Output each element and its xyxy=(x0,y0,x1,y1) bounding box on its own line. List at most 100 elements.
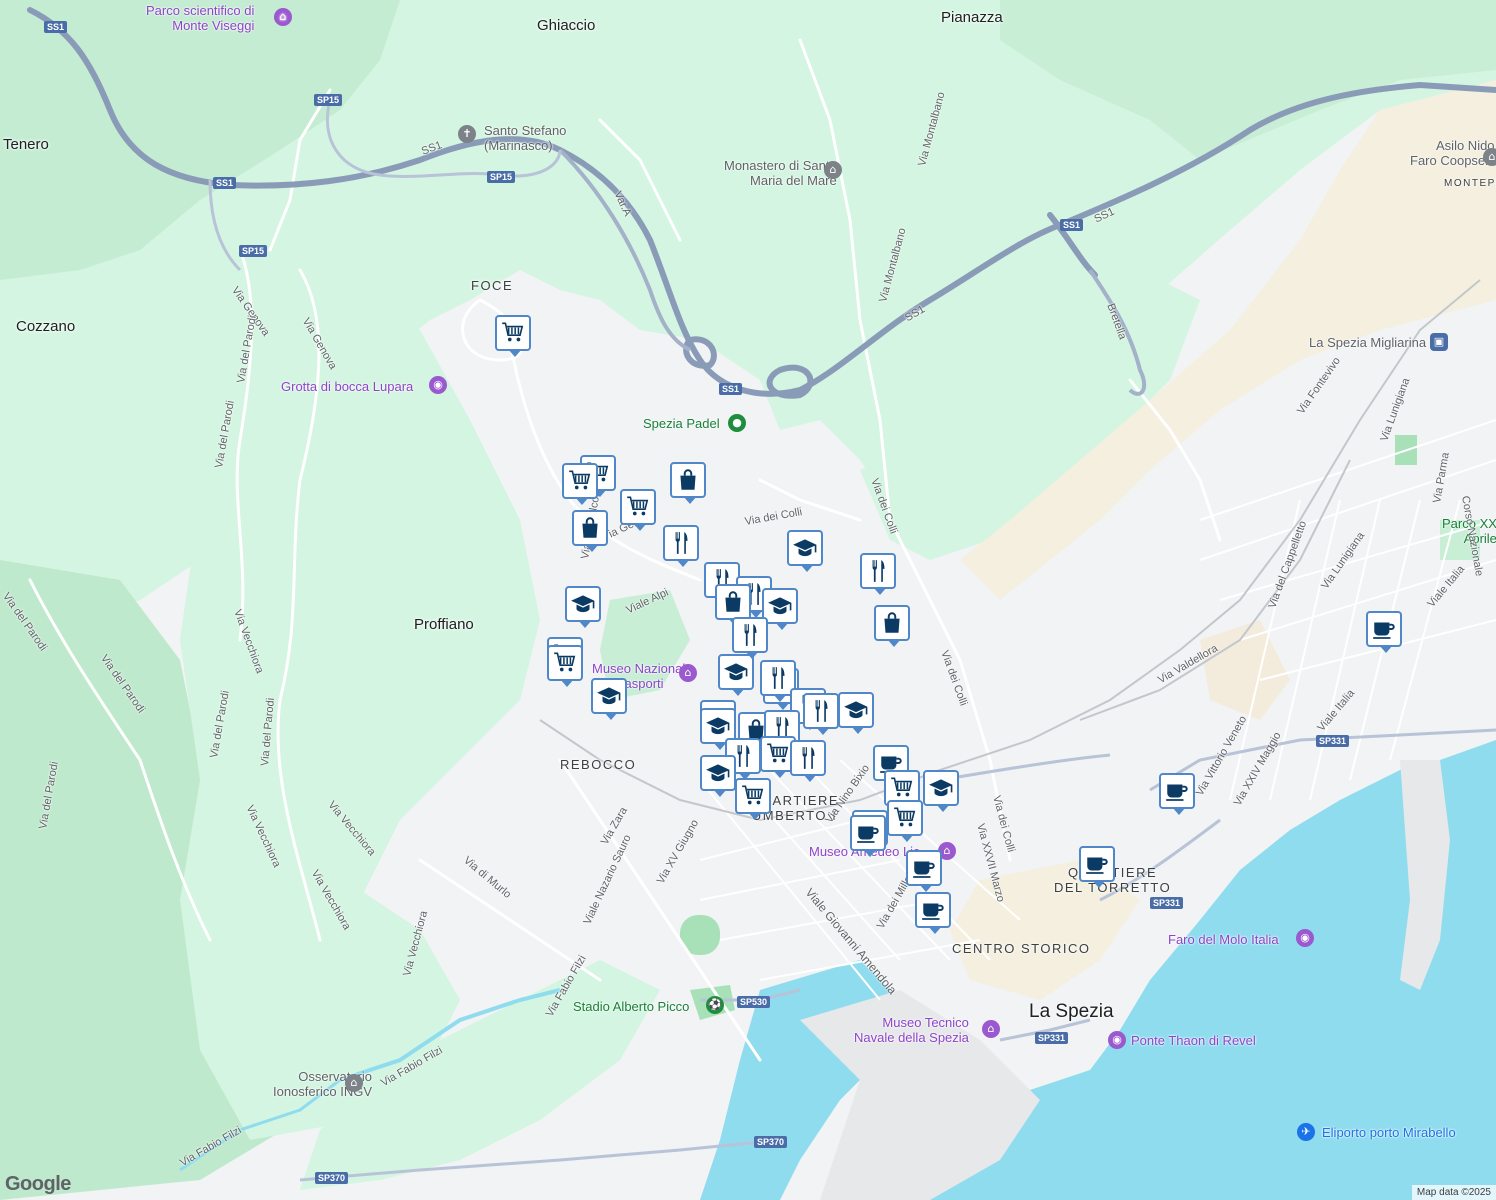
landmark-icon: ⌂ xyxy=(345,1074,363,1092)
map-marker-fork-knife[interactable] xyxy=(803,693,839,735)
school-icon: ⌂ xyxy=(1483,148,1496,166)
district-rebocco: REBOCCO xyxy=(560,757,637,772)
grad-cap-icon xyxy=(767,593,793,619)
poi-migliarina[interactable]: La Spezia Migliarina xyxy=(1309,335,1426,350)
road-shield: SP331 xyxy=(1316,735,1350,747)
poi-eliporto[interactable]: Eliporto porto Mirabello xyxy=(1322,1125,1456,1140)
pin-icon: ● xyxy=(728,414,746,432)
road-shield: SS1 xyxy=(1060,219,1084,231)
coffee-icon xyxy=(911,855,937,881)
map-marker-fork-knife[interactable] xyxy=(790,740,826,782)
poi-ponte-thaon[interactable]: Ponte Thaon di Revel xyxy=(1131,1033,1256,1048)
camera-icon: ◉ xyxy=(429,376,447,394)
map-marker-bag[interactable] xyxy=(874,605,910,647)
map-marker-cart[interactable] xyxy=(620,489,656,531)
airport-icon: ✈ xyxy=(1297,1123,1315,1141)
poi-stadio[interactable]: Stadio Alberto Picco xyxy=(573,999,689,1014)
bag-icon xyxy=(720,589,746,615)
church-icon: ✝ xyxy=(458,125,476,143)
map-marker-grad-cap[interactable] xyxy=(700,755,736,797)
map-marker-fork-knife[interactable] xyxy=(732,617,768,659)
museum-icon: ⌂ xyxy=(982,1020,1000,1038)
road-shield: SS1 xyxy=(213,177,237,189)
map-marker-coffee[interactable] xyxy=(850,815,886,857)
bag-icon xyxy=(675,467,701,493)
grad-cap-icon xyxy=(570,591,596,617)
map-marker-bag[interactable] xyxy=(715,584,751,626)
poi-label: Ponte Thaon di Revel xyxy=(1131,1033,1256,1048)
map-marker-coffee[interactable] xyxy=(1079,846,1115,888)
grad-cap-icon xyxy=(723,659,749,685)
map-marker-grad-cap[interactable] xyxy=(787,530,823,572)
landmark-icon: ⌂ xyxy=(824,161,842,179)
poi-label: Grotta di bocca Lupara xyxy=(281,379,414,394)
district-foce: FOCE xyxy=(471,278,514,293)
road-shield: SS1 xyxy=(44,21,68,33)
poi-label: Monastero di Santa Maria del Mare xyxy=(724,158,837,188)
map-marker-grad-cap[interactable] xyxy=(923,770,959,812)
road-shield: SP15 xyxy=(487,171,516,183)
map-marker-fork-knife[interactable] xyxy=(860,553,896,595)
road-shield: SP530 xyxy=(737,996,771,1008)
poi-label: Parco scientifico di Monte Viseggi xyxy=(146,3,255,33)
map-marker-coffee[interactable] xyxy=(915,892,951,934)
bag-icon xyxy=(879,610,905,636)
poi-label: La Spezia Migliarina xyxy=(1309,335,1427,350)
poi-label: Faro del Molo Italia xyxy=(1168,932,1279,947)
coffee-icon xyxy=(855,820,881,846)
place-tenero: Tenero xyxy=(3,136,49,153)
cart-icon xyxy=(500,320,526,346)
poi-museo-tecnico[interactable]: Museo Tecnico Navale della Spezia xyxy=(854,1015,969,1045)
road-shield: SS1 xyxy=(719,383,743,395)
road-shield: SP331 xyxy=(1035,1032,1069,1044)
place-ghiaccio: Ghiaccio xyxy=(537,17,596,34)
poi-faro-molo[interactable]: Faro del Molo Italia xyxy=(1168,932,1279,947)
map-marker-cart[interactable] xyxy=(887,800,923,842)
fork-knife-icon xyxy=(737,622,763,648)
cart-icon xyxy=(889,775,915,801)
cart-icon xyxy=(892,805,918,831)
train-icon: ▣ xyxy=(1430,333,1448,351)
map-marker-cart[interactable] xyxy=(495,315,531,357)
poi-grotta[interactable]: Grotta di bocca Lupara xyxy=(281,379,413,394)
map-marker-grad-cap[interactable] xyxy=(565,586,601,628)
map-marker-coffee[interactable] xyxy=(906,850,942,892)
grad-cap-icon xyxy=(596,683,622,709)
bag-icon xyxy=(577,515,603,541)
map-marker-coffee[interactable] xyxy=(1366,611,1402,653)
coffee-icon xyxy=(920,897,946,923)
poi-label: Museo Tecnico Navale della Spezia xyxy=(854,1015,969,1045)
grad-cap-icon xyxy=(705,760,731,786)
poi-label: Stadio Alberto Picco xyxy=(573,999,690,1014)
fork-knife-icon xyxy=(765,665,791,691)
coffee-icon xyxy=(1084,851,1110,877)
poi-monastero[interactable]: Monastero di Santa Maria del Mare xyxy=(724,158,837,188)
poi-santo-stefano[interactable]: Santo Stefano (Marinasco) xyxy=(484,123,566,153)
museum-icon: ⌂ xyxy=(679,664,697,682)
map-marker-coffee[interactable] xyxy=(1159,773,1195,815)
fork-knife-icon xyxy=(808,698,834,724)
road-shield: SP370 xyxy=(754,1136,788,1148)
map-marker-bag[interactable] xyxy=(572,510,608,552)
map-marker-cart[interactable] xyxy=(547,645,583,687)
poi-parco-scientifico[interactable]: Parco scientifico di Monte Viseggi ⌂ xyxy=(146,3,292,33)
road-shield: SP15 xyxy=(314,94,343,106)
map-marker-bag[interactable] xyxy=(670,462,706,504)
poi-spezia-padel[interactable]: Spezia Padel xyxy=(643,416,720,431)
district-montepertico: MONTEPERT xyxy=(1444,178,1496,189)
city-label: La Spezia xyxy=(1029,1001,1114,1022)
map-marker-grad-cap[interactable] xyxy=(718,654,754,696)
poi-label: Santo Stefano (Marinasco) xyxy=(484,123,567,153)
road-shield: SP15 xyxy=(239,245,268,257)
map-marker-fork-knife[interactable] xyxy=(663,525,699,567)
map-marker-cart[interactable] xyxy=(562,463,598,505)
fork-knife-icon xyxy=(668,530,694,556)
map-marker-grad-cap[interactable] xyxy=(591,678,627,720)
fork-knife-icon xyxy=(795,745,821,771)
district-centro-storico: CENTRO STORICO xyxy=(952,941,1091,956)
map-marker-cart[interactable] xyxy=(735,778,771,820)
stadium-icon: ⚽ xyxy=(706,996,724,1014)
place-cozzano: Cozzano xyxy=(16,318,76,335)
cart-icon xyxy=(625,494,651,520)
map-marker-grad-cap[interactable] xyxy=(838,692,874,734)
